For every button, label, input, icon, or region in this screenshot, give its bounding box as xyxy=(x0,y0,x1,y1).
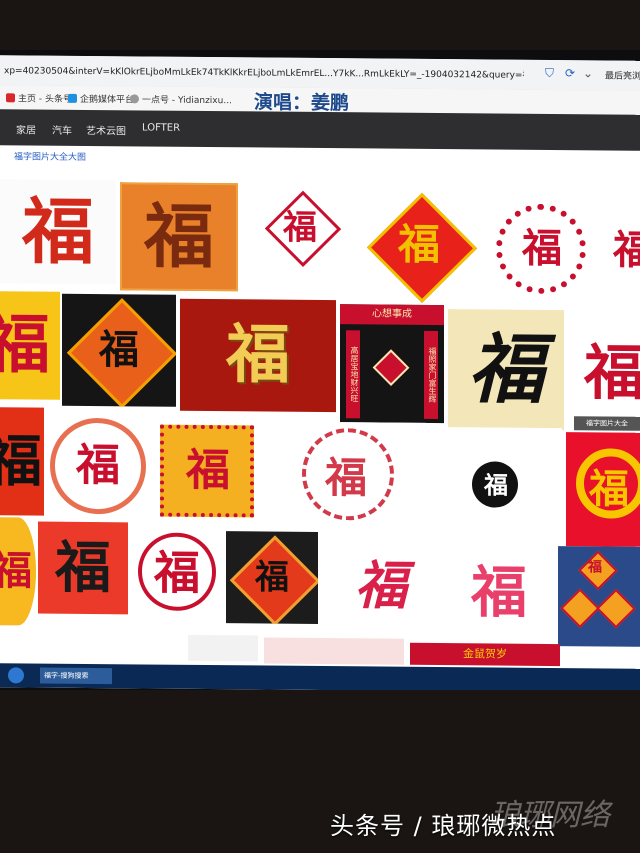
fu-character: 福 xyxy=(186,444,230,497)
bookmark-label: 主页 - 头条号 xyxy=(18,94,72,105)
bookmark-label: 一点号 - Yidianzixu... xyxy=(142,95,232,107)
result-image[interactable]: 福 xyxy=(360,186,478,304)
bookmark-penguin[interactable]: 企鹅媒体平台 xyxy=(68,92,135,106)
image-results-grid: 福 福 福 福 福 福 福 福 福 心想事成 高居宝地财兴旺 福照家门富生辉 福… xyxy=(0,163,640,669)
result-image[interactable]: 福 xyxy=(0,407,44,516)
fu-character: 福 xyxy=(144,194,214,279)
watermark-logo: 琅琊网络 xyxy=(490,798,610,833)
couplet-top: 心想事成 xyxy=(340,304,444,326)
fu-character: 福 xyxy=(283,207,317,248)
result-image[interactable]: 福 xyxy=(62,293,176,407)
fu-character: 福 xyxy=(468,324,544,414)
fu-character: 福 xyxy=(76,439,120,492)
fu-character: 福 xyxy=(0,547,32,595)
fu-character: 福 xyxy=(354,555,407,617)
toutiao-icon xyxy=(6,93,15,103)
diamond-frame xyxy=(596,588,636,629)
fu-character: 福 xyxy=(522,224,562,273)
result-image[interactable]: 福 xyxy=(558,546,640,647)
fu-character: 福 xyxy=(226,317,290,393)
start-icon[interactable] xyxy=(8,667,24,684)
taskbar-item-sogou[interactable]: 福字-搜狗搜索 xyxy=(40,667,112,685)
result-image[interactable]: 福 xyxy=(566,432,640,547)
result-image[interactable]: 福 xyxy=(430,426,562,545)
result-image[interactable]: 福 xyxy=(0,291,60,400)
nav-item-home[interactable]: 家居 xyxy=(16,121,36,136)
fu-character: 福 xyxy=(324,453,367,503)
result-image[interactable] xyxy=(188,634,258,662)
fu-character: 福 xyxy=(589,465,629,513)
screen: xp=40230504&interV=kKlOkrELjboMmLkEk74Tk… xyxy=(0,55,640,690)
couplet-left: 高居宝地财兴旺 xyxy=(346,330,360,419)
result-image[interactable]: 福 xyxy=(448,309,564,431)
result-image[interactable]: 心想事成 高居宝地财兴旺 福照家门富生辉 xyxy=(340,304,444,424)
fu-character: 福 xyxy=(99,326,139,374)
result-image[interactable]: 福 xyxy=(0,517,36,626)
fu-character: 福 xyxy=(588,559,602,576)
result-image[interactable]: 福 xyxy=(180,298,336,413)
bookmark-toutiao[interactable]: 主页 - 头条号 xyxy=(6,91,72,105)
result-image[interactable]: 福 福字图片大全 xyxy=(568,314,640,433)
result-image[interactable]: 福 xyxy=(132,526,222,620)
result-image[interactable]: 福 xyxy=(226,531,318,624)
fu-character: 福 xyxy=(613,226,640,274)
url-text[interactable]: xp=40230504&interV=kKlOkrELjboMmLkEk74Tk… xyxy=(4,63,524,81)
result-image[interactable]: 福 xyxy=(38,521,128,615)
bookmark-label: 企鹅媒体平台 xyxy=(80,94,135,106)
diamond-frame xyxy=(372,349,410,387)
chevron-down-icon[interactable]: ⌄ xyxy=(583,66,593,80)
breadcrumb[interactable]: 福字图片大全大图 xyxy=(14,149,86,163)
result-image-banner[interactable]: 金鼠贺岁 xyxy=(410,642,560,667)
fu-character: 福 xyxy=(154,545,200,600)
refresh-icon[interactable]: ⟳ xyxy=(565,66,575,80)
fu-character: 福 xyxy=(584,338,640,409)
couplet-right: 福照家门富生辉 xyxy=(424,330,438,420)
result-image[interactable]: 福 xyxy=(266,421,426,535)
address-extra-label[interactable]: 最后亮浏 xyxy=(605,68,640,81)
nav-item-lofter[interactable]: LOFTER xyxy=(142,122,180,133)
result-image[interactable]: 福 xyxy=(444,541,554,645)
shield-icon[interactable]: ⛉ xyxy=(545,66,557,80)
penguin-icon xyxy=(68,93,77,103)
result-image[interactable]: 福 xyxy=(482,189,602,309)
result-image[interactable]: 福 xyxy=(322,536,440,638)
globe-icon xyxy=(130,94,139,104)
result-image[interactable] xyxy=(264,637,404,665)
fu-character: 福 xyxy=(55,534,111,602)
result-image[interactable]: 福 xyxy=(244,185,356,299)
result-image[interactable]: 福 xyxy=(154,416,262,526)
nav-item-art[interactable]: 艺术云图 xyxy=(86,122,126,137)
fu-character: 福 xyxy=(255,557,289,598)
monitor-frame: xp=40230504&interV=kKlOkrELjboMmLkEk74Tk… xyxy=(0,50,640,690)
fu-character: 福 xyxy=(471,559,527,626)
diamond-frame xyxy=(560,588,600,629)
nav-item-car[interactable]: 汽车 xyxy=(52,122,72,137)
fu-character: 福 xyxy=(484,470,508,500)
result-image[interactable]: 福 xyxy=(606,192,640,309)
result-image[interactable]: 福 xyxy=(120,182,238,292)
result-image[interactable]: 福 xyxy=(0,179,116,285)
fu-character: 福 xyxy=(0,307,50,383)
bookmark-yidian[interactable]: 一点号 - Yidianzixu... xyxy=(130,92,232,106)
fu-character: 福 xyxy=(0,428,42,495)
category-nav: 家居 汽车 艺术云图 LOFTER xyxy=(0,109,640,151)
fu-character: 福 xyxy=(21,188,94,275)
result-image[interactable]: 福 xyxy=(44,411,152,521)
image-caption: 福字图片大全 xyxy=(574,416,640,431)
fu-character: 福 xyxy=(397,219,440,270)
taskbar: 福字-搜狗搜索 xyxy=(0,663,640,690)
